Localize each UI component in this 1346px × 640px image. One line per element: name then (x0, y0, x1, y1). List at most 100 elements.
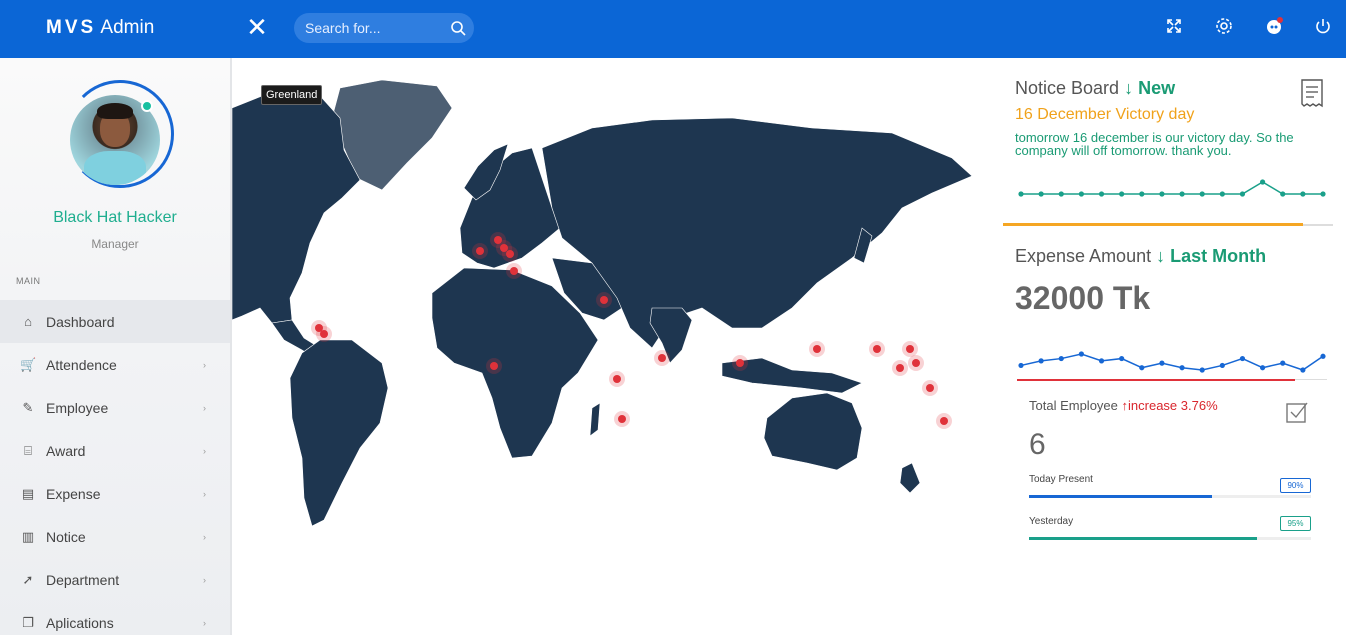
sparkline-point (1018, 362, 1024, 369)
sparkline-point (1139, 365, 1145, 371)
progress-track (1029, 495, 1311, 498)
sparkline-point (1219, 191, 1225, 197)
brush-icon: ✎ (22, 399, 34, 415)
map-tooltip: Greenland (261, 85, 323, 105)
sidebar-item-attendence[interactable]: 🛒 Attendence › (0, 343, 230, 386)
sidebar-item-label: Notice (46, 528, 86, 545)
notice-board-tag: New (1138, 78, 1176, 98)
fullscreen-icon[interactable] (1164, 16, 1184, 36)
expense-divider-track (1295, 379, 1327, 380)
chevron-right-icon: › (203, 489, 206, 499)
sidebar-item-label: Award (46, 442, 86, 459)
sparkline-point (1159, 360, 1165, 366)
progress-fill (1029, 537, 1258, 540)
world-map-svg (231, 79, 973, 527)
notifications-icon[interactable] (1264, 16, 1284, 36)
sidebar-item-label: Employee (46, 399, 109, 416)
section-label: MAIN (16, 276, 41, 286)
sidebar-item-label: Department (46, 571, 120, 588)
sidebar-item-notice[interactable]: ▥ Notice › (0, 515, 230, 558)
sidebar-item-label: Aplications (46, 614, 114, 631)
map-marker (476, 247, 484, 255)
expense-title-text: Expense Amount (1015, 246, 1152, 266)
cursor-icon: ➚ (22, 571, 34, 587)
sparkline-point (1038, 191, 1044, 197)
sparkline-point (1038, 358, 1044, 364)
down-arrow-icon: ↓ (1156, 246, 1166, 266)
sparkline-point (1119, 191, 1125, 197)
progress-fill (1029, 495, 1213, 498)
chevron-right-icon: › (203, 575, 206, 585)
sparkline-point (1018, 191, 1024, 197)
chevron-right-icon: › (203, 446, 206, 456)
sparkline-point (1260, 365, 1266, 371)
receipt-icon[interactable] (1299, 78, 1325, 108)
sidebar-item-expense[interactable]: ▤ Expense › (0, 472, 230, 515)
map-marker (618, 415, 626, 423)
checkbox-icon[interactable] (1285, 400, 1309, 424)
progress-label: Today Present (1029, 474, 1093, 485)
employee-title-text: Total Employee (1029, 398, 1118, 413)
employee-count: 6 (1029, 428, 1046, 461)
notice-body: tomorrow 16 december is our victory day.… (1015, 130, 1294, 158)
sidebar-item-label: Expense (46, 485, 101, 502)
notice-subtitle: 16 December Victory day (1015, 106, 1195, 123)
notice-divider-track (1303, 224, 1333, 226)
map-region-north-america (231, 95, 361, 324)
sparkline-path (1020, 353, 1324, 371)
sparkline-point (1239, 355, 1246, 362)
sparkline-path (1021, 181, 1323, 195)
sparkline-point (1199, 367, 1205, 373)
power-icon[interactable] (1313, 16, 1333, 36)
sparkline-point (1139, 191, 1145, 197)
sparkline-point (1078, 191, 1084, 197)
sparkline-point (1260, 179, 1266, 185)
user-name[interactable]: Black Hat Hacker (0, 209, 230, 227)
close-sidebar-button[interactable]: ✕ (246, 14, 268, 40)
map-marker (490, 362, 498, 370)
sparkline-point (1199, 191, 1205, 197)
sparkline-point (1098, 191, 1105, 197)
sparkline-point (1179, 191, 1185, 197)
sidebar-item-label: Dashboard (46, 313, 115, 330)
user-role: Manager (91, 237, 139, 251)
down-arrow-icon: ↓ (1124, 78, 1134, 98)
search-icon[interactable] (450, 20, 466, 36)
sidebar-item-dashboard[interactable]: ⌂ Dashboard (0, 300, 230, 343)
sidebar-item-employee[interactable]: ✎ Employee › (0, 386, 230, 429)
expense-title: Expense Amount ↓ Last Month (1015, 246, 1266, 267)
sidebar-item-department[interactable]: ➚ Department › (0, 558, 230, 601)
chevron-right-icon: › (203, 360, 206, 370)
brand-logo[interactable]: MVS Admin (46, 17, 154, 39)
progress-badge: 95% (1280, 516, 1311, 531)
sparkline-point (1159, 191, 1165, 197)
sparkline-point (1119, 355, 1125, 362)
map-marker (813, 345, 821, 353)
sparkline-point (1078, 351, 1084, 357)
notice-sparkline (1018, 179, 1326, 197)
top-bar: MVS Admin ✕ (0, 0, 1346, 58)
progress-track (1029, 537, 1311, 540)
search-input[interactable] (294, 13, 444, 43)
employee-change: increase 3.76% (1128, 398, 1218, 413)
notice-board-title: Notice Board ↓ New (1015, 78, 1175, 99)
map-marker (658, 354, 666, 362)
sidebar-item-aplications[interactable]: ❐ Aplications › (0, 601, 230, 635)
online-status-dot (141, 100, 153, 112)
books-icon: ▥ (21, 528, 35, 544)
sparkline-point (1058, 191, 1064, 197)
world-map[interactable] (231, 58, 992, 635)
expense-sparkline (1018, 351, 1326, 373)
map-region-australia (763, 392, 863, 471)
progress-badge: 90% (1280, 478, 1311, 493)
map-marker (600, 296, 608, 304)
map-marker (912, 359, 920, 367)
map-marker (896, 364, 904, 372)
sparkline-point (1219, 362, 1225, 369)
home-icon: ⌂ (24, 313, 32, 329)
sparkline-point (1058, 355, 1064, 362)
cart-icon: 🛒 (20, 356, 37, 372)
settings-icon[interactable] (1214, 16, 1234, 36)
search-box (294, 13, 474, 43)
sidebar-item-award[interactable]: ⌸ Award › (0, 429, 230, 472)
